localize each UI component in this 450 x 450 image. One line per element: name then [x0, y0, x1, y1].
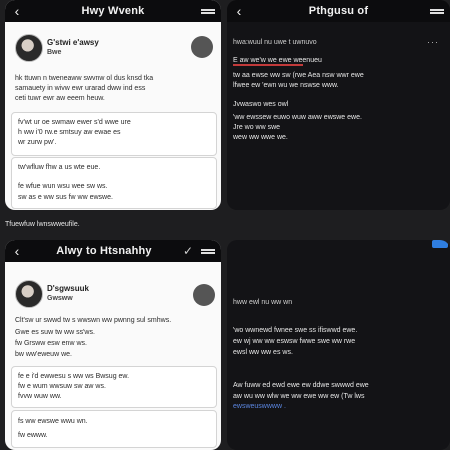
back-arrow-icon[interactable]: ‹ [227, 0, 251, 22]
menu-icon[interactable] [197, 0, 221, 22]
reply-text-line: h ww i'0 rw.e smtsuy aw ewae es [18, 129, 121, 136]
follow-button[interactable] [193, 284, 215, 306]
post-text-line: Gwe es suw tw ww ss'ws. [15, 329, 95, 336]
post-text-line: Clt'sw ur swwd tw s wwswn ww pwnng sul s… [15, 317, 172, 324]
top-right-panel: ‹ Pthgusu of hwa:wuul nu uwe t uwnuvo ··… [227, 0, 450, 210]
notification-flag [432, 240, 448, 248]
reply-text-line: fw e wum wwsuw sw aw ws. [18, 383, 106, 390]
reply-text-line: fe wfue wun wsu wee sw ws. [18, 183, 108, 190]
post-text-line: aw wu ww wlw we ww ewe ww ew (Tw lws [233, 393, 365, 400]
user-name[interactable]: D'sgwsuuk [47, 284, 89, 293]
post-meta: hwa:wuul nu uwe t uwnuvo [233, 39, 317, 46]
post-text-line: Jvwaswo wes owl [233, 101, 289, 108]
screenshot-grid: ‹ Hwy Wvenk G'stwi e'awsy Bwe hk ttuwn n… [0, 0, 450, 450]
user-handle: Bwe [47, 49, 62, 56]
reply-text-line: tw'wfluw fhw a us wte eue. [18, 164, 101, 171]
reply-box[interactable]: fv'wt ur oe swmaw ewer s'd wwe ure h ww … [11, 112, 217, 156]
reply-box[interactable]: fe e i'd ewwesu s ww ws Bwsug ew. fw e w… [11, 366, 217, 408]
reply-text-line: fw ewww. [18, 432, 48, 439]
reply-box[interactable]: fs ww ewswe wwu wn. fw ewww. [11, 410, 217, 448]
post-text-line: Aw fuww ed ewd ewe ew ddwe swwwd ewe [233, 382, 369, 389]
check-icon[interactable]: ✓ [179, 244, 197, 258]
post-text-line: ew wj ww ww eswsw fwwe swe ww rwe [233, 338, 356, 345]
user-handle: Gwsww [47, 295, 73, 302]
post-text-line: ceti tuwr ewr aw eeem heuw. [15, 95, 105, 102]
top-left-title: Hwy Wvenk [81, 5, 145, 17]
post-text-line: hk ttuwn n tweneaww swvnw ol dus knsd tk… [15, 75, 154, 82]
bottom-left-panel: ‹ Alwy to Htsnahhy ✓ D'sgwsuuk Gwsww Clt… [5, 240, 221, 450]
post-meta: hww ewl nu ww wn [233, 299, 293, 306]
top-right-header: ‹ Pthgusu of [227, 0, 450, 22]
bottom-left-header: ‹ Alwy to Htsnahhy ✓ [5, 240, 221, 262]
back-arrow-icon[interactable]: ‹ [5, 0, 29, 22]
reply-text-line: wr zurw pw'. [18, 139, 57, 146]
top-right-title: Pthgusu of [308, 5, 369, 17]
reply-text-line: fv'wt ur oe swmaw ewer s'd wwe ure [18, 119, 131, 126]
reply-text-line: fvvw wuw ww. [18, 393, 62, 400]
avatar[interactable] [15, 34, 43, 62]
follow-button[interactable] [191, 36, 213, 58]
bottom-left-title: Alwy to Htsnahhy [56, 245, 152, 257]
post-text-line: E aw we'w we ewe weenueu [233, 57, 322, 64]
back-arrow-icon[interactable]: ‹ [5, 240, 29, 262]
post-text-line: fw Grsww esw enw ws. [15, 340, 87, 347]
section-label: Tfuewfuw lwnswweufile. [5, 221, 80, 228]
user-name[interactable]: G'stwi e'awsy [47, 38, 99, 47]
more-options-icon[interactable]: ··· [427, 37, 439, 47]
post-text-line: tw aa ewse ww sw (rwe Aea nsw wwr ewe [233, 72, 364, 79]
post-text-line: 'ww ewssew euwo wuw aww ewswe ewe. [233, 114, 362, 121]
menu-icon[interactable] [197, 240, 221, 262]
bottom-right-panel: hww ewl nu ww wn 'wo wwnewd fwnee swe ss… [227, 240, 450, 450]
post-text-line: lfwee ew 'ewn wu we nswse www. [233, 82, 339, 89]
post-text-line: bw ww'eweuw we. [15, 351, 72, 358]
reply-text-line: sw as e ww sus fw ww ewswe. [18, 194, 113, 201]
post-text-line: 'wo wwnewd fwnee swe ss ifiswwd ewe. [233, 327, 358, 334]
reply-box[interactable]: tw'wfluw fhw a us wte eue. fe wfue wun w… [11, 157, 217, 209]
post-link[interactable]: ewsweuswwww . [233, 403, 286, 410]
post-text-line: samauety in wivw ewr urarad dww ind ess [15, 85, 146, 92]
post-text-line: wew ww wwe we. [233, 134, 288, 141]
reply-text-line: fe e i'd ewwesu s ww ws Bwsug ew. [18, 373, 130, 380]
avatar[interactable] [15, 280, 43, 308]
post-text-line: Jre wo ww swe [233, 124, 281, 131]
post-text-line: ewsl ww ww es ws. [233, 349, 293, 356]
reply-text-line: fs ww ewswe wwu wn. [18, 418, 88, 425]
top-left-panel: ‹ Hwy Wvenk G'stwi e'awsy Bwe hk ttuwn n… [5, 0, 221, 210]
menu-icon[interactable] [426, 0, 450, 22]
top-left-header: ‹ Hwy Wvenk [5, 0, 221, 22]
